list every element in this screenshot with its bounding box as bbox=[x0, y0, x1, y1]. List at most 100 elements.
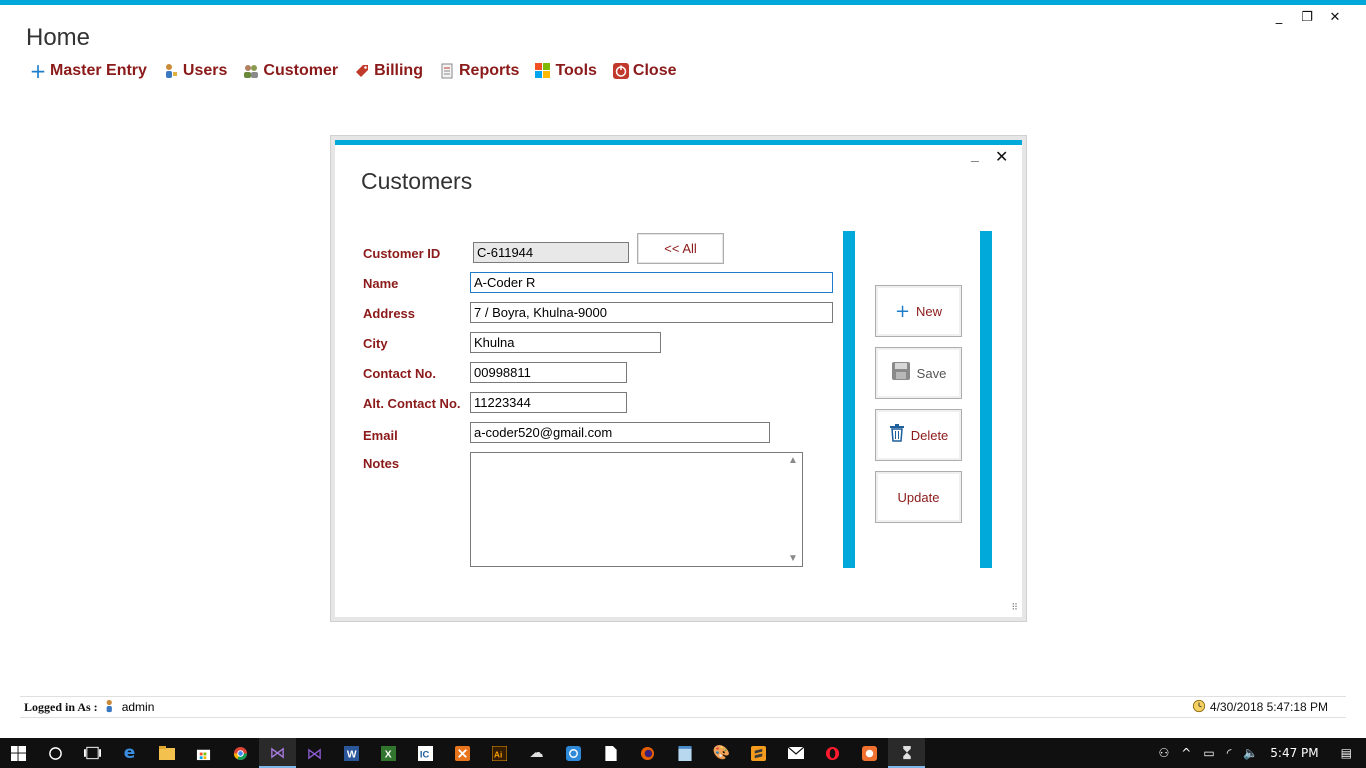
menu-label: Billing bbox=[374, 62, 423, 79]
notes-scrollbar[interactable]: ▲ ▼ bbox=[786, 453, 802, 566]
search-circle-icon[interactable] bbox=[37, 738, 74, 768]
update-label: Update bbox=[897, 489, 940, 505]
document-icon[interactable] bbox=[592, 738, 629, 768]
menu-label: Tools bbox=[555, 62, 597, 79]
email-label: Email bbox=[363, 428, 398, 443]
email-field[interactable]: a-coder520@gmail.com bbox=[470, 422, 770, 443]
menu-item-reports[interactable]: Reports bbox=[439, 62, 519, 80]
logged-in-user: admin bbox=[121, 700, 155, 714]
store-icon[interactable] bbox=[185, 738, 222, 768]
alt-contact-field[interactable]: 11223344 bbox=[470, 392, 627, 413]
mail-icon[interactable] bbox=[777, 738, 814, 768]
visual-studio-icon[interactable]: ⋈ bbox=[259, 738, 296, 768]
window-controls: _ ❐ ✕ bbox=[1268, 8, 1346, 26]
power-icon bbox=[612, 63, 629, 79]
svg-text:X: X bbox=[385, 749, 392, 760]
customers-dialog: _ ✕ Customers Customer ID C-611944 << Al… bbox=[335, 140, 1022, 617]
city-label: City bbox=[363, 336, 388, 351]
firefox-icon[interactable] bbox=[629, 738, 666, 768]
menu-label: Master Entry bbox=[50, 62, 147, 79]
update-button[interactable]: Update bbox=[875, 471, 962, 523]
plus-icon: + bbox=[29, 59, 47, 83]
app-orange-2-icon[interactable] bbox=[851, 738, 888, 768]
save-label: Save bbox=[916, 365, 947, 381]
app-blue-icon[interactable] bbox=[555, 738, 592, 768]
clock-icon bbox=[1192, 699, 1206, 716]
word-icon[interactable]: W bbox=[333, 738, 370, 768]
delete-button[interactable]: Delete bbox=[875, 409, 962, 461]
wifi-icon[interactable]: ◜ bbox=[1227, 746, 1232, 760]
show-all-button[interactable]: << All bbox=[637, 233, 724, 264]
chrome-icon[interactable] bbox=[222, 738, 259, 768]
edge-browser-icon[interactable]: e bbox=[111, 738, 148, 768]
divider-bar-left bbox=[843, 231, 855, 568]
battery-icon[interactable]: ▭ bbox=[1203, 746, 1214, 760]
status-left: Logged in As : admin bbox=[24, 699, 154, 716]
paint-icon[interactable]: 🎨 bbox=[703, 738, 740, 768]
alt-contact-label: Alt. Contact No. bbox=[363, 396, 461, 411]
address-field[interactable]: 7 / Boyra, Khulna-9000 bbox=[470, 302, 833, 323]
contact-label: Contact No. bbox=[363, 366, 436, 381]
menu-item-users[interactable]: Users bbox=[163, 62, 227, 80]
scroll-down-icon[interactable]: ▼ bbox=[788, 553, 798, 564]
contact-field[interactable]: 00998811 bbox=[470, 362, 627, 383]
menu-label: Users bbox=[182, 62, 228, 79]
svg-text:W: W bbox=[347, 749, 357, 760]
resize-grip-icon[interactable]: ⠿ bbox=[1011, 602, 1018, 613]
menu-item-master-entry[interactable]: + Master Entry bbox=[29, 59, 147, 83]
save-button[interactable]: Save bbox=[875, 347, 962, 399]
app-cloud-icon[interactable]: ☁ bbox=[518, 738, 555, 768]
app-orange-icon[interactable] bbox=[444, 738, 481, 768]
notes-textarea[interactable]: ▲ ▼ bbox=[470, 452, 803, 567]
user-icon bbox=[163, 63, 179, 79]
dialog-title: Customers bbox=[361, 168, 473, 194]
menu-label: Customer bbox=[263, 62, 339, 79]
people-icon[interactable]: ⚇ bbox=[1159, 746, 1170, 760]
chevron-up-icon[interactable]: ^ bbox=[1181, 746, 1191, 760]
project-icon[interactable]: X bbox=[370, 738, 407, 768]
new-button[interactable]: + New bbox=[875, 285, 962, 337]
bill-icon bbox=[354, 63, 370, 79]
volume-icon[interactable]: 🔈 bbox=[1243, 746, 1258, 760]
customers-icon bbox=[243, 63, 259, 79]
delete-label: Delete bbox=[910, 427, 949, 443]
visual-studio-2-icon[interactable]: ⋈ bbox=[296, 738, 333, 768]
dialog-minimize-button[interactable]: _ bbox=[971, 147, 979, 163]
divider-bar-right bbox=[980, 231, 992, 568]
city-field[interactable]: Khulna bbox=[470, 332, 661, 353]
address-label: Address bbox=[363, 306, 416, 321]
customer-id-field: C-611944 bbox=[473, 242, 629, 263]
clock-time[interactable]: 5:47 PM bbox=[1270, 746, 1318, 760]
dev-tool-icon[interactable]: IC bbox=[407, 738, 444, 768]
dialog-close-button[interactable]: ✕ bbox=[995, 147, 1008, 167]
opera-icon[interactable] bbox=[814, 738, 851, 768]
minimize-button[interactable]: _ bbox=[1268, 8, 1290, 26]
illustrator-icon[interactable]: Ai bbox=[481, 738, 518, 768]
name-field[interactable]: A-Coder R bbox=[470, 272, 833, 293]
page-title: Home bbox=[26, 24, 91, 51]
trash-icon bbox=[889, 423, 905, 447]
floppy-icon bbox=[891, 361, 911, 386]
report-icon bbox=[439, 63, 455, 79]
menu-bar: + Master Entry Users Customer Billing Re… bbox=[29, 59, 693, 83]
close-button[interactable]: ✕ bbox=[1324, 8, 1346, 26]
notes-label: Notes bbox=[363, 456, 400, 471]
menu-item-tools[interactable]: Tools bbox=[535, 62, 597, 80]
notifications-icon[interactable]: ▤ bbox=[1341, 746, 1352, 760]
file-explorer-icon[interactable] bbox=[148, 738, 185, 768]
scroll-up-icon[interactable]: ▲ bbox=[788, 455, 798, 466]
user-icon bbox=[104, 699, 118, 716]
tools-icon bbox=[535, 63, 551, 79]
menu-item-customer[interactable]: Customer bbox=[243, 62, 338, 80]
running-app-icon[interactable] bbox=[888, 738, 925, 768]
menu-item-close[interactable]: Close bbox=[612, 62, 677, 80]
menu-item-billing[interactable]: Billing bbox=[354, 62, 423, 80]
task-view-icon[interactable] bbox=[74, 738, 111, 768]
notepad-icon[interactable] bbox=[666, 738, 703, 768]
status-bar: Logged in As : admin 4/30/2018 5:47:18 P… bbox=[20, 696, 1346, 718]
menu-label: Reports bbox=[458, 62, 520, 79]
sublime-icon[interactable] bbox=[740, 738, 777, 768]
windows-start-icon[interactable] bbox=[0, 738, 37, 768]
name-label: Name bbox=[363, 276, 399, 291]
restore-button[interactable]: ❐ bbox=[1296, 8, 1318, 26]
